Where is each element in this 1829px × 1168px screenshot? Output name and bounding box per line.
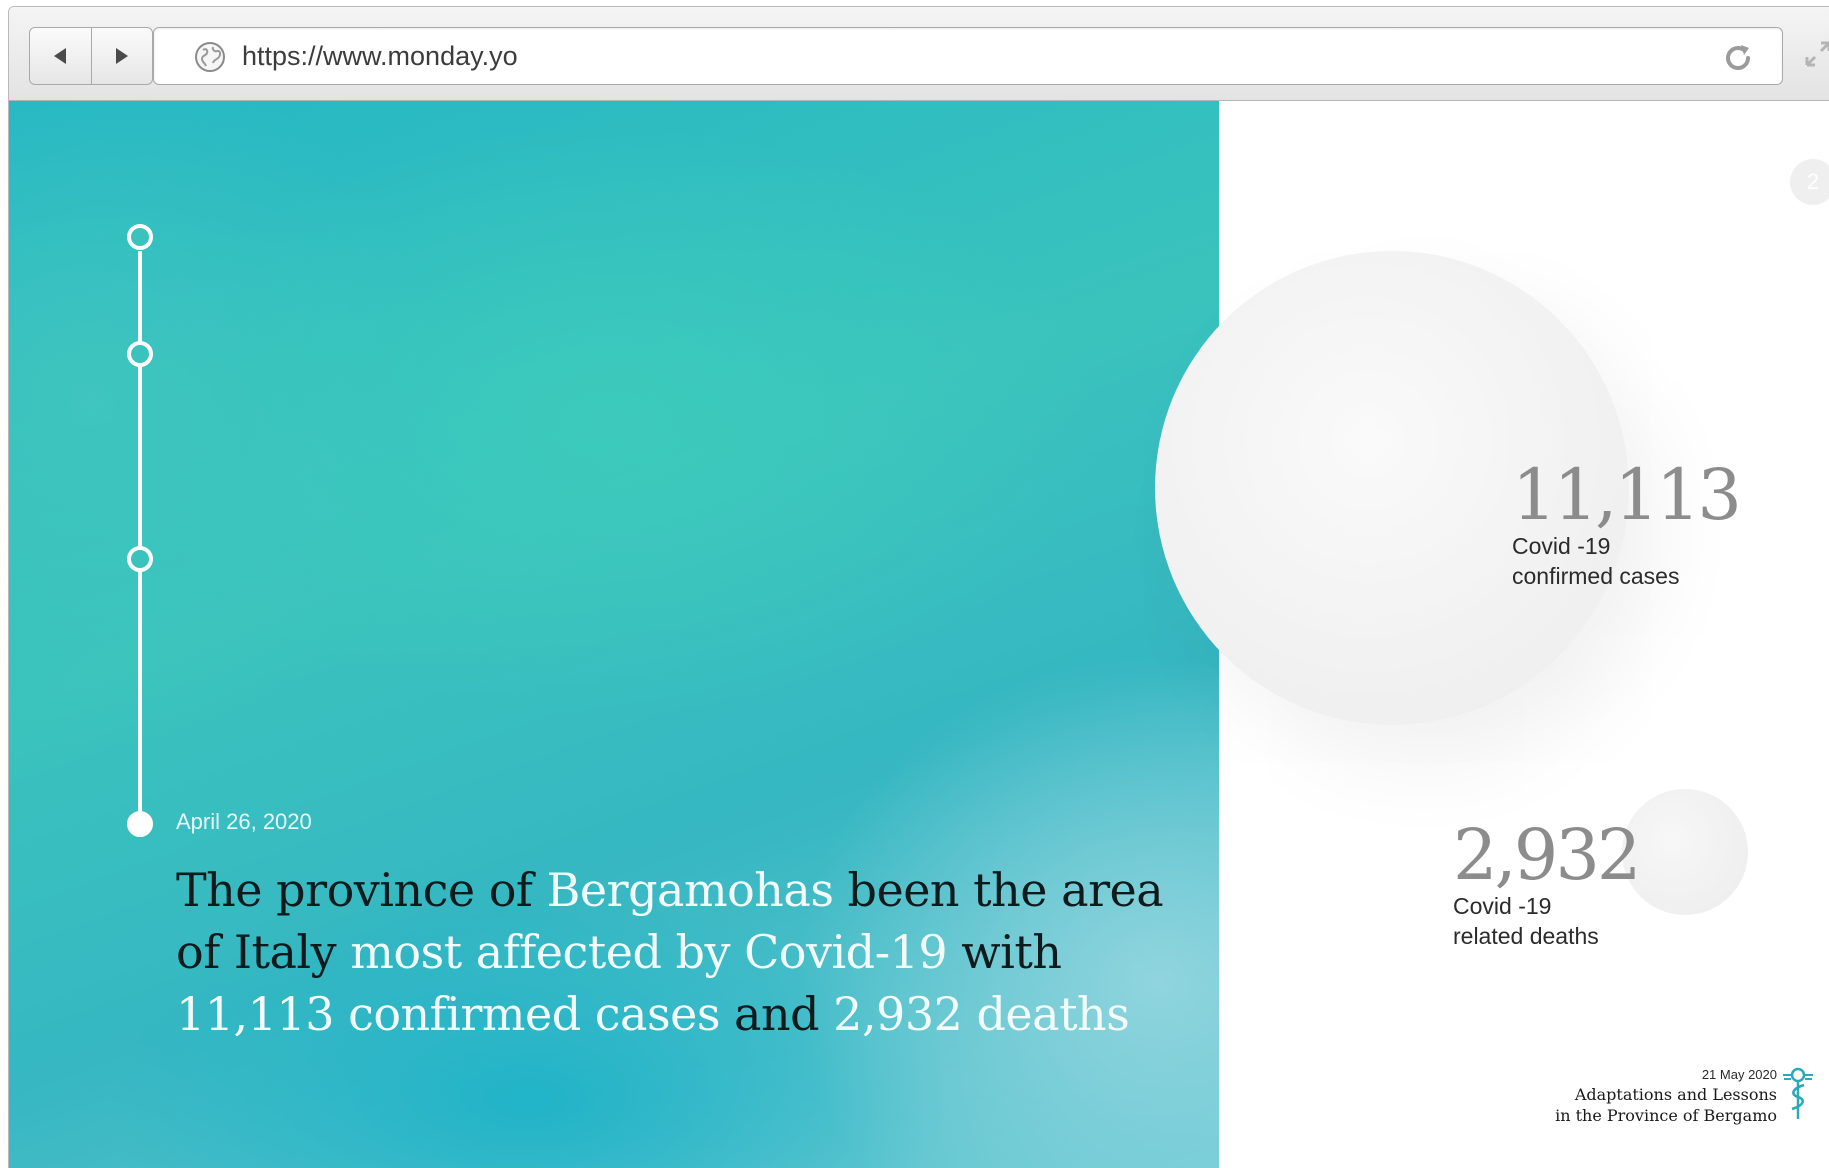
footer-meta: 21 May 2020 Adaptations and Lessons in t… xyxy=(1509,1066,1777,1126)
cases-label-line2: confirmed cases xyxy=(1512,563,1680,589)
hero-panel: April 26, 2020 The province of Bergamoha… xyxy=(9,101,1219,1168)
forward-button[interactable] xyxy=(90,28,153,84)
reload-icon[interactable] xyxy=(1720,40,1756,76)
timeline-point-2[interactable] xyxy=(127,341,153,367)
footer-title-line2: in the Province of Bergamo xyxy=(1555,1106,1777,1125)
deaths-number: 2,932 xyxy=(1453,814,1641,896)
headline-highlight: 2,932 deaths xyxy=(833,987,1130,1041)
footer-date: 21 May 2020 xyxy=(1701,1067,1777,1082)
deaths-label-line2: related deaths xyxy=(1453,923,1599,949)
timeline-point-1[interactable] xyxy=(127,224,153,250)
address-bar[interactable]: https://www.monday.yo xyxy=(153,27,1783,85)
browser-window: https://www.monday.yo April 26, 2020 The… xyxy=(8,6,1829,1168)
footer-title-line1: Adaptations and Lessons xyxy=(1574,1085,1777,1104)
forward-arrow-icon xyxy=(115,48,128,64)
timeline-track xyxy=(138,251,142,821)
headline-part: with xyxy=(947,925,1062,979)
stat-related-deaths: 2,932 Covid -19 related deaths xyxy=(1453,814,1641,951)
headline-part: and xyxy=(719,987,834,1041)
cases-number: 11,113 xyxy=(1512,454,1742,536)
expand-icon[interactable] xyxy=(1801,37,1829,71)
headline: The province of Bergamohas been the area… xyxy=(176,859,1206,1045)
timeline-point-current[interactable] xyxy=(127,811,153,837)
headline-highlight: Bergamohas xyxy=(546,863,834,917)
url-text[interactable]: https://www.monday.yo xyxy=(242,41,518,72)
stat-confirmed-cases: 11,113 Covid -19 confirmed cases xyxy=(1512,454,1742,591)
back-button[interactable] xyxy=(30,28,91,84)
event-date: April 26, 2020 xyxy=(176,809,312,834)
browser-toolbar: https://www.monday.yo xyxy=(9,7,1829,101)
headline-part: The province of xyxy=(176,863,547,917)
page-number-badge[interactable]: 2 xyxy=(1790,159,1829,205)
navigation-buttons xyxy=(29,27,153,85)
globe-icon xyxy=(195,42,225,72)
page-content: April 26, 2020 The province of Bergamoha… xyxy=(9,101,1829,1168)
deaths-bubble xyxy=(1622,789,1748,915)
caduceus-icon xyxy=(1783,1067,1813,1119)
headline-highlight: most affected by Covid-19 xyxy=(350,925,948,979)
back-arrow-icon xyxy=(54,48,67,64)
headline-highlight: 11,113 confirmed cases xyxy=(176,987,720,1041)
timeline-point-3[interactable] xyxy=(127,546,153,572)
